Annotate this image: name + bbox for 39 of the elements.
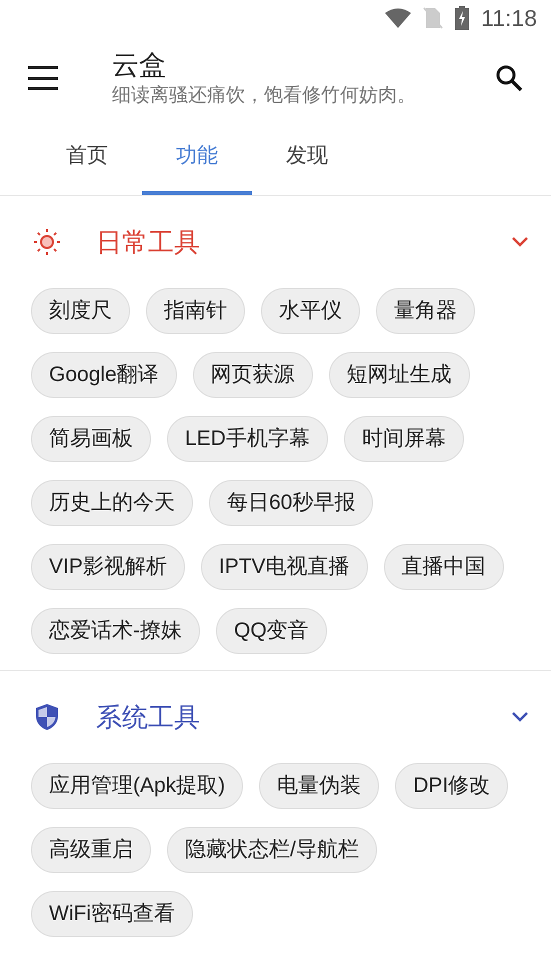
tool-chip[interactable]: 时间屏幕 xyxy=(344,416,464,462)
tool-chip[interactable]: VIP影视解析 xyxy=(31,544,185,590)
tool-chip[interactable]: 历史上的今天 xyxy=(31,480,193,526)
tool-chip[interactable]: 水平仪 xyxy=(261,288,360,334)
tool-chip[interactable]: 指南针 xyxy=(146,288,245,334)
section-title: 日常工具 xyxy=(96,226,201,258)
tab[interactable]: 发现 xyxy=(252,120,362,195)
tool-chip[interactable]: LED手机字幕 xyxy=(167,416,328,462)
tool-chip[interactable]: 恋爱话术-撩妹 xyxy=(31,608,200,654)
tool-chip[interactable]: IPTV电视直播 xyxy=(200,544,368,590)
tool-chip[interactable]: 隐藏状态栏/导航栏 xyxy=(167,827,377,873)
app-subtitle: 细读离骚还痛饮，饱看修竹何妨肉。 xyxy=(112,84,417,108)
no-sim-icon xyxy=(423,7,444,29)
tool-chip[interactable]: 电量伪装 xyxy=(259,763,380,809)
tool-chip[interactable]: 每日60秒早报 xyxy=(209,480,374,526)
wifi-icon xyxy=(385,8,412,28)
status-time: 11:18 xyxy=(481,4,537,33)
tool-chip[interactable]: 量角器 xyxy=(376,288,475,334)
chevron-down-icon[interactable] xyxy=(511,711,529,723)
tab[interactable]: 首页 xyxy=(32,120,142,195)
tool-chip[interactable]: 直播中国 xyxy=(384,544,504,590)
tool-chip[interactable]: QQ变音 xyxy=(216,608,327,654)
sun-icon xyxy=(32,227,62,257)
tool-chip[interactable]: 网页获源 xyxy=(192,352,313,398)
tab[interactable]: 功能 xyxy=(142,120,252,195)
search-icon[interactable] xyxy=(495,64,523,92)
tool-chip[interactable]: 高级重启 xyxy=(31,827,151,873)
tool-chip[interactable]: 简易画板 xyxy=(31,416,151,462)
menu-button[interactable] xyxy=(28,66,58,90)
tool-chip[interactable]: WiFi密码查看 xyxy=(31,891,193,937)
battery-charging-icon xyxy=(455,6,470,30)
app-title: 云盒 xyxy=(112,49,167,82)
tool-chip[interactable]: 应用管理(Apk提取) xyxy=(31,763,244,809)
tool-chip[interactable]: 刻度尺 xyxy=(31,288,130,334)
tool-chip[interactable]: DPI修改 xyxy=(395,763,508,809)
section-title: 系统工具 xyxy=(96,700,201,734)
chevron-down-icon[interactable] xyxy=(511,236,529,248)
tool-chip[interactable]: Google翻译 xyxy=(31,352,177,398)
tool-chip[interactable]: 短网址生成 xyxy=(328,352,470,398)
